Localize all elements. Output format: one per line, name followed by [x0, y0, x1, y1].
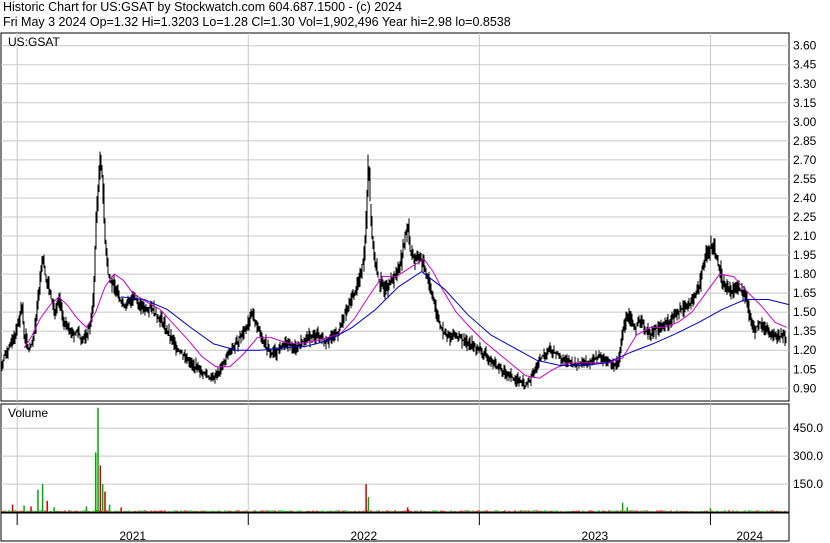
volume-panel-title: Volume — [8, 406, 48, 420]
price-tick-label: 0.90 — [793, 381, 817, 395]
volume-tick-label: 150.0 — [793, 477, 823, 491]
price-tick-label: 1.65 — [793, 286, 817, 300]
volume-tick-label: 450.0 — [793, 421, 823, 435]
x-tick-label: 2022 — [350, 529, 377, 543]
price-tick-label: 1.95 — [793, 248, 817, 262]
price-tick-label: 1.50 — [793, 305, 817, 319]
x-tick-label: 2021 — [119, 529, 146, 543]
price-tick-label: 3.30 — [793, 77, 817, 91]
price-tick-label: 2.10 — [793, 229, 817, 243]
price-tick-label: 1.35 — [793, 324, 817, 338]
price-tick-label: 2.55 — [793, 172, 817, 186]
volume-tick-label: 300.0 — [793, 449, 823, 463]
volume-y-axis: 450.0 300.0 150.0 — [793, 421, 823, 491]
price-panel-title: US:GSAT — [8, 35, 60, 49]
price-y-axis: 3.60 3.45 3.30 3.15 3.00 2.85 2.70 2.55 2.40 2.25… — [793, 39, 817, 396]
price-tick-label: 2.70 — [793, 153, 817, 167]
price-tick-label: 1.80 — [793, 267, 817, 281]
price-tick-label: 2.25 — [793, 210, 817, 224]
price-tick-label: 1.05 — [793, 362, 817, 376]
price-tick-label: 3.00 — [793, 115, 817, 129]
price-tick-label: 3.60 — [793, 39, 817, 53]
price-tick-label: 2.85 — [793, 134, 817, 148]
x-tick-label: 2023 — [582, 529, 609, 543]
price-tick-label: 3.15 — [793, 96, 817, 110]
x-tick-label: 2024 — [736, 529, 763, 543]
price-tick-label: 2.40 — [793, 191, 817, 205]
price-tick-label: 3.45 — [793, 58, 817, 72]
stock-chart: 3.60 3.45 3.30 3.15 3.00 2.85 2.70 2.55 2.40 2.25… — [0, 32, 823, 543]
volume-panel — [0, 403, 790, 513]
price-tick-label: 1.20 — [793, 343, 817, 357]
